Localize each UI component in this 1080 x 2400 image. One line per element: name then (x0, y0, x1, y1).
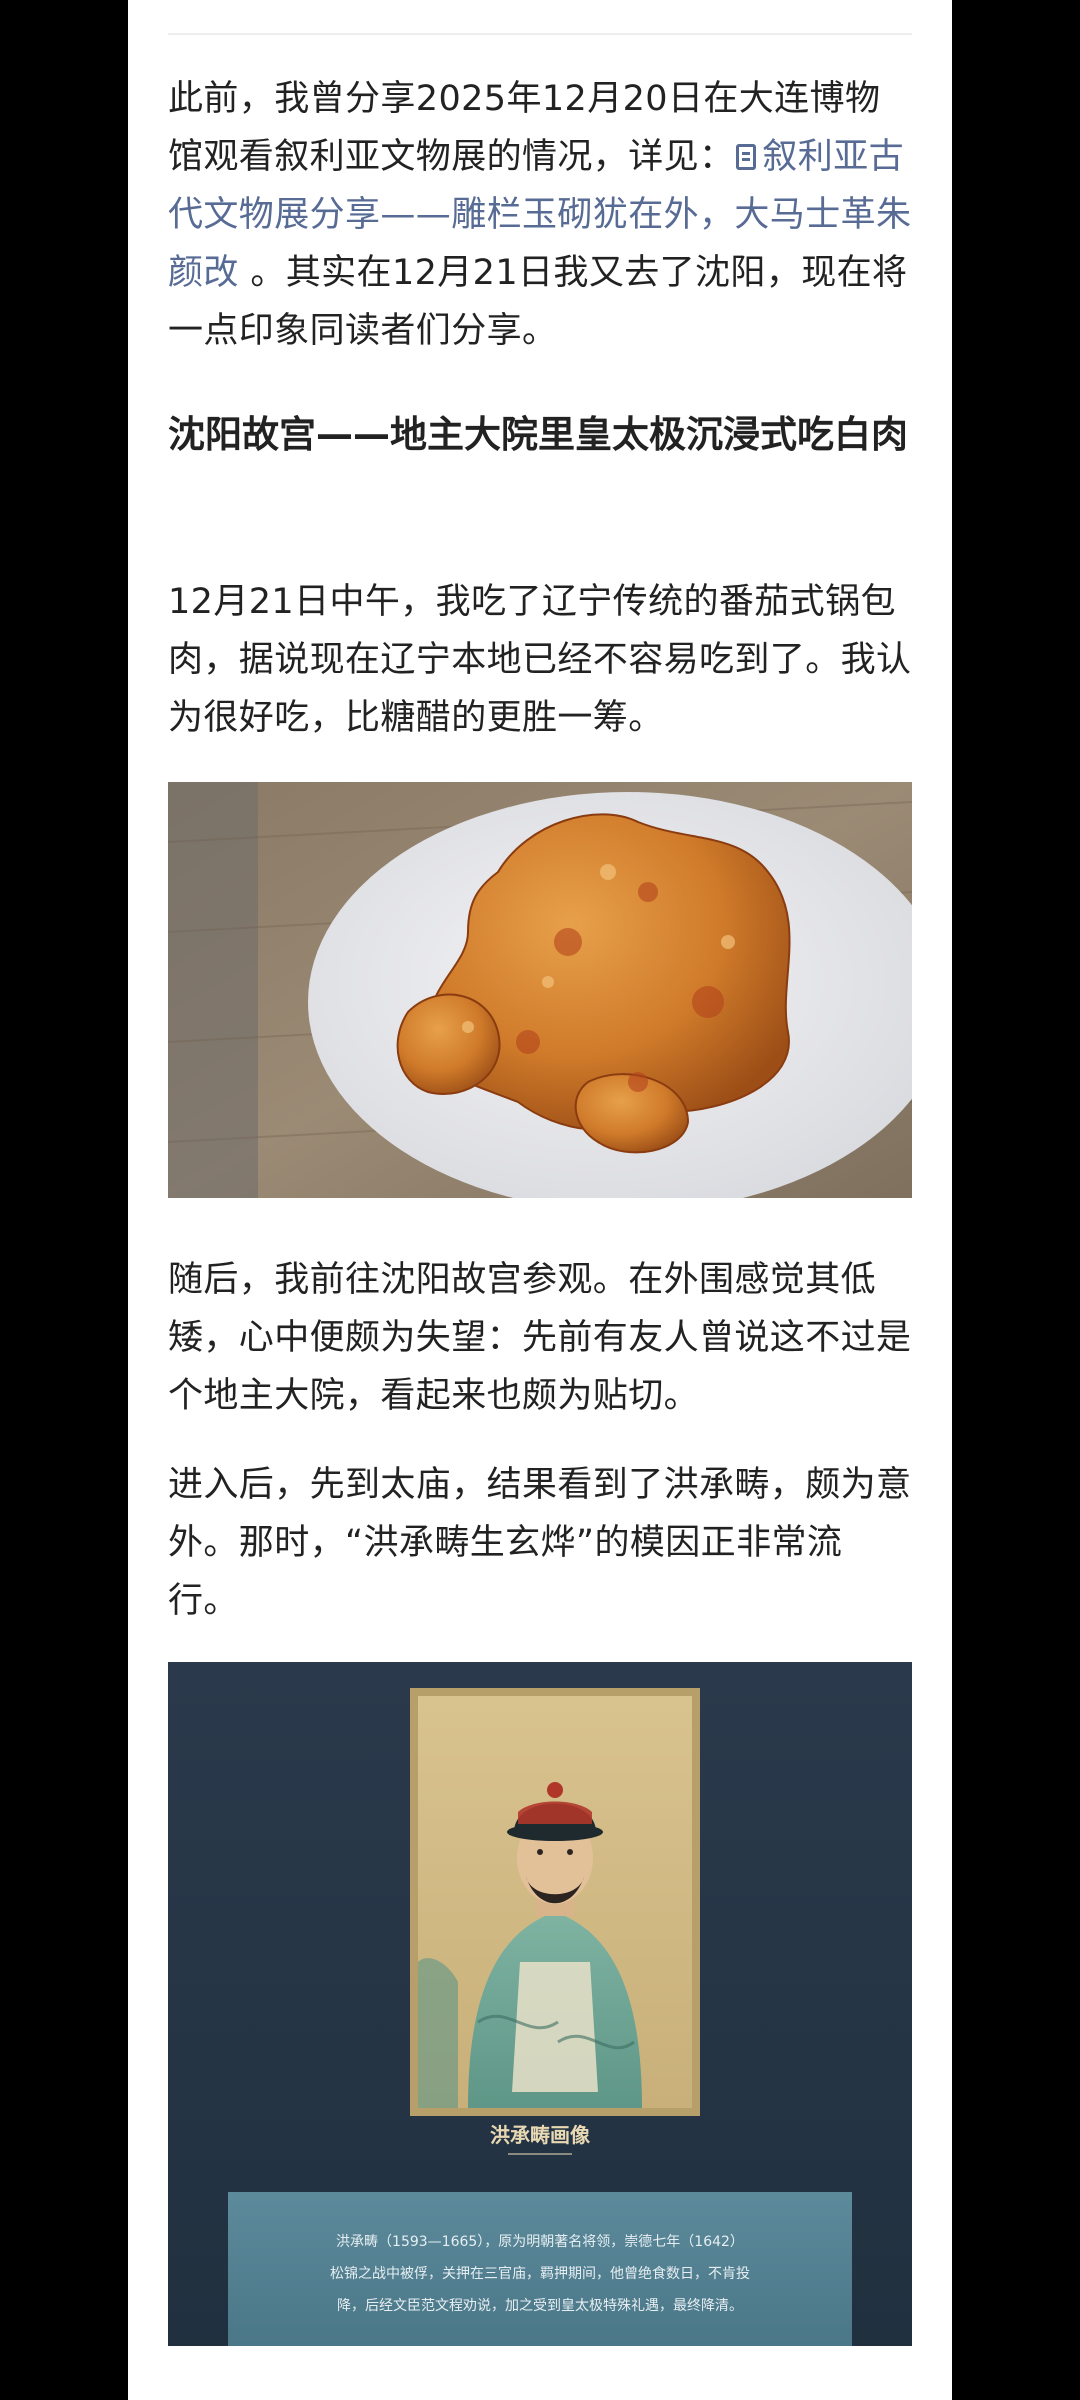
portrait-caption-line-1: 洪承畴（1593—1665），原为明朝著名将领，崇德七年（1642） (336, 2234, 744, 2250)
paragraph-visit: 随后，我前往沈阳故宫参观。在外围感觉其低矮，心中便颇为失望：先前有友人曾说这不过… (168, 1260, 912, 1416)
document-icon (736, 144, 757, 170)
portrait-photo-image: 洪承畴画像 洪承畴（1593—1665），原为明朝著名将领，崇德七年（1642）… (168, 1662, 912, 2346)
food-photo (168, 782, 912, 1198)
paragraph-temple: 进入后，先到太庙，结果看到了洪承畴，颇为意外。那时，“洪承畴生玄烨”的模因正非常… (168, 1465, 912, 1621)
portrait-photo: 洪承畴画像 洪承畴（1593—1665），原为明朝著名将领，崇德七年（1642）… (168, 1662, 912, 2346)
paragraph-intro-text-after: 。其实在12月21日我又去了沈阳，现在将一点印象同读者们分享。 (168, 253, 908, 351)
paragraph-intro: 此前，我曾分享2025年12月20日在大连博物馆观看叙利亚文物展的情况，详见：叙… (168, 70, 912, 360)
section-heading: 沈阳故宫——地主大院里皇太极沉浸式吃白肉 (168, 413, 908, 456)
food-photo-image (168, 782, 912, 1198)
article-page: 此前，我曾分享2025年12月20日在大连博物馆观看叙利亚文物展的情况，详见：叙… (128, 0, 952, 2400)
portrait-caption-line-2: 松锦之战中被俘，关押在三官庙，羁押期间，他曾绝食数日，不肯投 (330, 2265, 750, 2282)
top-divider (168, 33, 912, 35)
portrait-caption-title: 洪承畴画像 (490, 2123, 591, 2147)
portrait-caption-line-3: 降，后经文臣范文程劝说，加之受到皇太极特殊礼遇，最终降清。 (337, 2297, 743, 2314)
paragraph-food: 12月21日中午，我吃了辽宁传统的番茄式锅包肉，据说现在辽宁本地已经不容易吃到了… (168, 582, 912, 738)
